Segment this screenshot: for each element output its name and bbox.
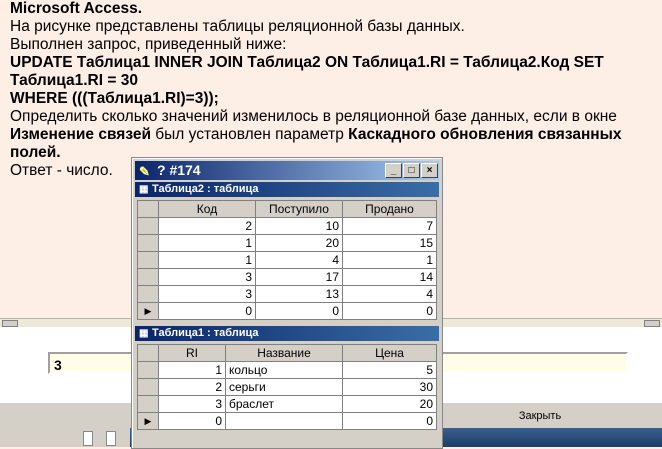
splitter-grip[interactable] — [2, 320, 18, 327]
cell[interactable]: 5 — [342, 361, 437, 379]
column-header[interactable]: Код — [158, 200, 256, 218]
cell[interactable]: 0 — [158, 412, 226, 430]
close-button[interactable]: Закрыть — [440, 405, 640, 427]
cell[interactable] — [225, 412, 343, 430]
cell[interactable]: 30 — [342, 378, 437, 396]
cell[interactable]: 3 — [158, 395, 226, 413]
table-row: ▶ 0 0 0 — [137, 302, 437, 320]
question-line: На рисунке представлены таблицы реляцион… — [10, 18, 465, 35]
column-header[interactable]: Поступило — [255, 200, 343, 218]
table1-grid: RI Название Цена 1 кольцо 5 2 серьги 30 3 бра… — [137, 344, 437, 430]
cell[interactable]: 0 — [342, 412, 437, 430]
table2-title: Таблица2 : таблица — [152, 183, 259, 195]
access-key-icon: ✎ — [139, 164, 150, 179]
table-row: 1 20 15 — [137, 234, 437, 252]
row-selector-header[interactable] — [137, 200, 159, 218]
cell[interactable]: 14 — [342, 268, 437, 286]
question-title: Microsoft Access. — [10, 0, 143, 17]
cell[interactable]: 0 — [255, 302, 343, 320]
taskbar-icon[interactable] — [106, 431, 116, 446]
row-selector-header[interactable] — [137, 344, 159, 362]
row-selector[interactable] — [137, 251, 159, 269]
current-row-arrow-icon[interactable]: ▶ — [137, 302, 159, 320]
cell[interactable]: 0 — [158, 302, 256, 320]
cell[interactable]: 13 — [255, 285, 343, 303]
cell[interactable]: 1 — [158, 234, 256, 252]
row-selector[interactable] — [137, 395, 159, 413]
table-row: 141 — [137, 251, 437, 269]
question-line: Выполнен запрос, приведенный ниже: — [10, 36, 287, 53]
cell[interactable]: 0 — [342, 302, 437, 320]
cell[interactable]: браслет — [225, 395, 343, 413]
row-selector[interactable] — [137, 378, 159, 396]
cell[interactable]: 2 — [158, 378, 226, 396]
close-window-button[interactable]: × — [421, 163, 438, 178]
cell[interactable]: 4 — [255, 251, 343, 269]
column-header[interactable]: Название — [225, 344, 343, 362]
table1-title: Таблица1 : таблица — [152, 327, 259, 339]
cell[interactable]: 10 — [255, 217, 343, 235]
cell[interactable]: 7 — [342, 217, 437, 235]
access-window: ✎ ? #174 _ □ × ▦ Таблица2 : таблица Код … — [131, 157, 443, 449]
question-line: Изменение связей был установлен параметр… — [10, 126, 622, 143]
sql-line: Таблица1.RI = 30 — [10, 72, 138, 89]
cell[interactable]: 2 — [158, 217, 256, 235]
row-selector[interactable] — [137, 234, 159, 252]
cell[interactable]: 1 — [342, 251, 437, 269]
sql-line: WHERE (((Таблица1.RI)=3)); — [10, 90, 219, 107]
cell[interactable]: кольцо — [225, 361, 343, 379]
table2-window: ▦ Таблица2 : таблица Код Поступило Прода… — [135, 182, 439, 325]
row-selector[interactable] — [137, 268, 159, 286]
table2-grid: Код Поступило Продано 2 10 7 1 20 15 141 3 17… — [137, 200, 437, 320]
minimize-button[interactable]: _ — [385, 163, 402, 178]
taskbar-icon[interactable] — [83, 431, 93, 446]
cell[interactable]: 3 — [158, 268, 256, 286]
table-icon: ▦ — [139, 328, 149, 339]
column-header[interactable]: RI — [158, 344, 226, 362]
table-row: ▶ 0 0 — [137, 412, 437, 430]
cell[interactable]: 1 — [158, 251, 256, 269]
table-row: 3 17 14 — [137, 268, 437, 286]
cell[interactable]: 1 — [158, 361, 226, 379]
row-selector[interactable] — [137, 285, 159, 303]
cell[interactable]: 3 — [158, 285, 256, 303]
cell[interactable]: 15 — [342, 234, 437, 252]
row-selector[interactable] — [137, 361, 159, 379]
table1-title-bar[interactable]: ▦ Таблица1 : таблица — [135, 326, 439, 341]
cell[interactable]: 4 — [342, 285, 437, 303]
maximize-button[interactable]: □ — [403, 163, 420, 178]
table1-window: ▦ Таблица1 : таблица RI Название Цена 1к… — [135, 326, 439, 444]
taskbar-left — [0, 428, 130, 447]
table-row: 1 кольцо 5 — [137, 361, 437, 379]
column-header[interactable]: Цена — [342, 344, 437, 362]
column-header[interactable]: Продано — [342, 200, 437, 218]
cell[interactable]: серьги — [225, 378, 343, 396]
question-line: Определить сколько значений изменилось в… — [10, 108, 617, 125]
table-row: 2 10 7 — [137, 217, 437, 235]
cell[interactable]: 20 — [342, 395, 437, 413]
sql-line: UPDATE Таблица1 INNER JOIN Таблица2 ON Т… — [10, 54, 604, 71]
cell[interactable]: 17 — [255, 268, 343, 286]
current-row-arrow-icon[interactable]: ▶ — [137, 412, 159, 430]
table2-title-bar[interactable]: ▦ Таблица2 : таблица — [135, 182, 439, 197]
window-title-bar[interactable]: ✎ ? #174 _ □ × — [135, 161, 439, 180]
table-row: 2 серьги 30 — [137, 378, 437, 396]
table-row: 3 браслет 20 — [137, 395, 437, 413]
table-row: 3 13 4 — [137, 285, 437, 303]
row-selector[interactable] — [137, 217, 159, 235]
table-icon: ▦ — [139, 184, 149, 195]
splitter-grip[interactable] — [644, 320, 660, 327]
window-title: ? #174 — [157, 162, 201, 178]
cell[interactable]: 20 — [255, 234, 343, 252]
